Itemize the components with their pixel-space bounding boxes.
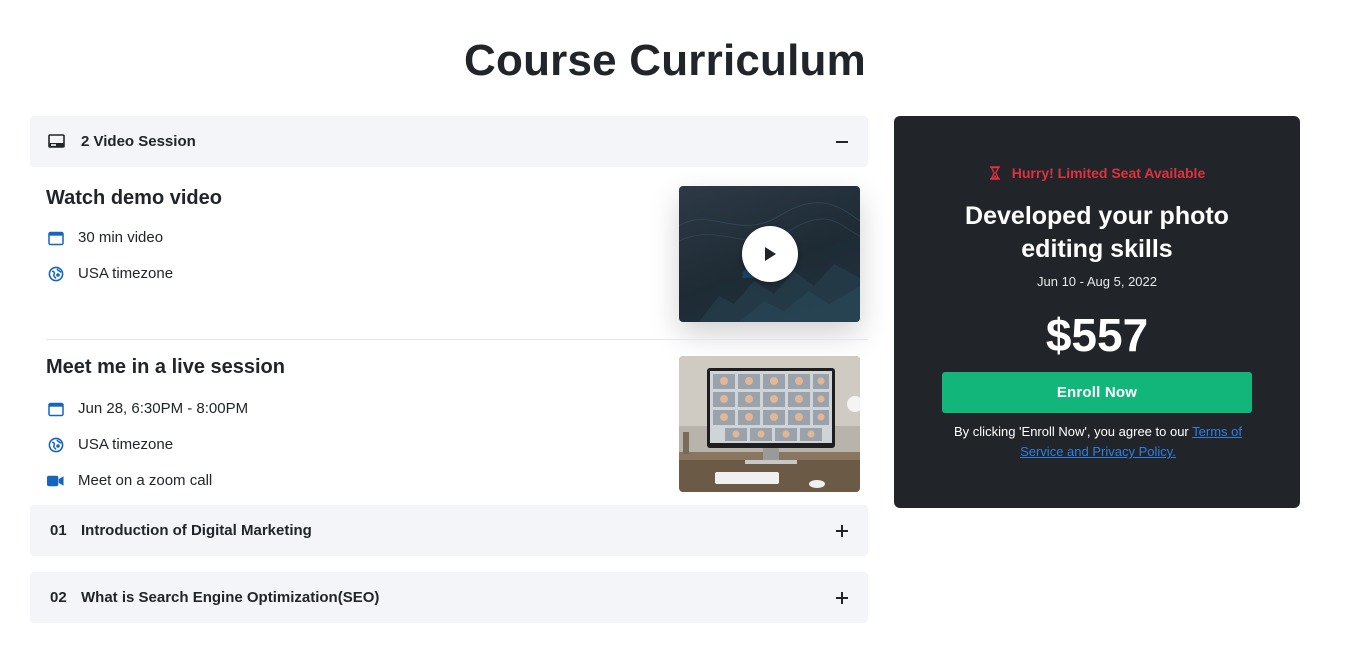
- meta-text: USA timezone: [78, 436, 174, 453]
- meta-text: Meet on a zoom call: [78, 472, 213, 489]
- session-title: Meet me in a live session: [46, 356, 285, 378]
- video-thumbnail[interactable]: Z: [679, 186, 860, 322]
- terms-prefix: By clicking 'Enroll Now', you agree to o…: [954, 424, 1193, 439]
- session-live: Meet me in a live session Jun 28, 6:30PM…: [46, 339, 868, 505]
- section-number: 01: [50, 522, 67, 539]
- expand-icon[interactable]: [836, 524, 848, 537]
- session-demo-video: Watch demo video 30 min video USA timezo…: [30, 167, 868, 339]
- section-title: Introduction of Digital Marketing: [81, 522, 312, 539]
- course-dates: Jun 10 - Aug 5, 2022: [1037, 274, 1157, 289]
- terms-notice: By clicking 'Enroll Now', you agree to o…: [948, 422, 1248, 462]
- section-title: What is Search Engine Optimization(SEO): [81, 589, 380, 606]
- section-header-02[interactable]: 02 What is Search Engine Optimization(SE…: [30, 572, 868, 623]
- course-title: Developed your photo editing skills: [965, 202, 1229, 263]
- globe-icon: [47, 265, 64, 282]
- section-number: 02: [50, 589, 67, 606]
- calendar-icon: [47, 400, 64, 417]
- zoom-call-image: [679, 356, 860, 492]
- video-session-header[interactable]: 2 Video Session: [30, 116, 868, 167]
- meta-timezone: USA timezone: [47, 436, 173, 453]
- meta-text: 30 min video: [78, 229, 164, 246]
- meta-text: Jun 28, 6:30PM - 8:00PM: [78, 400, 249, 417]
- collapse-icon[interactable]: [836, 136, 848, 148]
- hurry-text: Hurry! Limited Seat Available: [1011, 165, 1206, 181]
- meta-duration: 30 min video: [47, 229, 163, 246]
- enroll-now-button[interactable]: Enroll Now: [942, 372, 1252, 413]
- section-title: 2 Video Session: [81, 133, 196, 150]
- play-button[interactable]: [742, 226, 798, 282]
- curriculum-accordion: 2 Video Session Watch demo video 30 min …: [30, 116, 868, 623]
- meta-zoom: Meet on a zoom call: [47, 472, 212, 489]
- globe-icon: [47, 436, 64, 453]
- monitor-icon: [48, 133, 66, 151]
- expand-icon[interactable]: [836, 591, 848, 604]
- section-header-01[interactable]: 01 Introduction of Digital Marketing: [30, 505, 868, 556]
- enroll-card: Hurry! Limited Seat Available Developed …: [894, 116, 1300, 508]
- meta-schedule: Jun 28, 6:30PM - 8:00PM: [47, 400, 248, 417]
- meta-timezone: USA timezone: [47, 265, 173, 282]
- session-title: Watch demo video: [46, 187, 222, 209]
- page-title: Course Curriculum: [464, 36, 866, 85]
- limited-seat-notice: Hurry! Limited Seat Available: [894, 165, 1300, 181]
- calendar-icon: [47, 229, 64, 246]
- play-icon: [765, 247, 776, 261]
- hourglass-icon: [989, 166, 1001, 180]
- meta-text: USA timezone: [78, 265, 174, 282]
- video-camera-icon: [47, 472, 64, 489]
- course-price: $557: [1045, 309, 1149, 361]
